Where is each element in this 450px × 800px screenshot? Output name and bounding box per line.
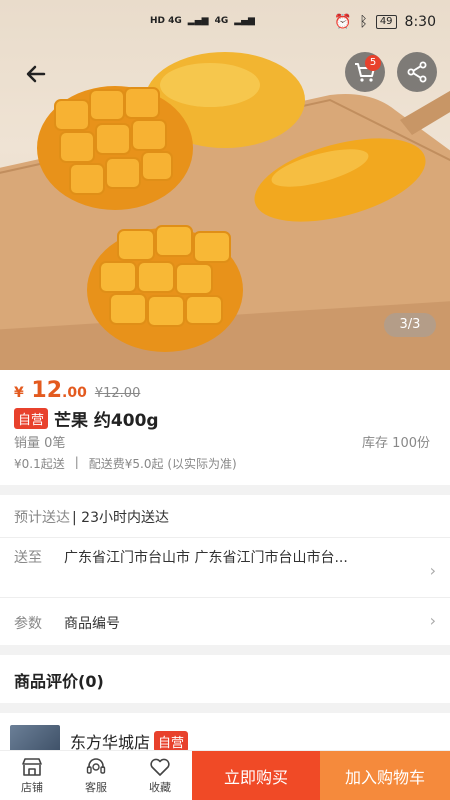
price-decimal: .00 (62, 385, 87, 401)
add-to-cart-button[interactable]: 加入购物车 (320, 751, 450, 800)
network-right: 4G (214, 16, 229, 26)
heart-icon (150, 758, 170, 776)
network-indicators: HD 4G ▂▄▆ 4G ▂▄▆ (150, 16, 255, 26)
terms-separator: | (74, 455, 79, 469)
headset-icon (86, 757, 106, 774)
buy-now-button[interactable]: 立即购买 (192, 751, 320, 800)
share-button[interactable] (397, 52, 437, 92)
original-price: ¥12.00 (94, 386, 141, 401)
ship-to-label: 送至 (14, 550, 42, 566)
eta-row: 预计送达 | 23小时内送达 (14, 507, 169, 527)
network-left: HD 4G (150, 16, 182, 26)
price-row: ¥ 12.00 ¥12.00 (14, 378, 140, 403)
mango-photo (0, 52, 450, 370)
current-price: ¥ 12.00 (14, 378, 87, 403)
alarm-icon: ⏰ (333, 14, 352, 30)
price-integer: 12 (31, 378, 63, 403)
favorite-label: 收藏 (149, 780, 171, 794)
sales-count: 销量 0笔 (14, 436, 66, 451)
store-label: 店铺 (21, 780, 43, 794)
min-order: ¥0.1起送 (14, 457, 65, 471)
delivery-section: 预计送达 | 23小时内送达 送至 广东省江门市台山市 广东省江门市台山市台... … (0, 495, 450, 645)
reviews-header[interactable]: 商品评价(0) (0, 655, 450, 703)
params-label: 参数 (14, 616, 42, 632)
product-info: ¥ 12.00 ¥12.00 自营 芒果 约400g 销量 0笔 库存 100份… (0, 370, 450, 485)
self-operated-tag: 自营 (14, 408, 49, 429)
battery-indicator: 49 (375, 15, 397, 29)
store-tag: 自营 (154, 730, 189, 752)
store-icon (22, 757, 42, 776)
back-button[interactable] (20, 58, 52, 90)
params-row[interactable]: 参数 商品编号 › (14, 611, 436, 633)
ship-to-value: 广东省江门市台山市 广东省江门市台山市台... (64, 550, 348, 566)
signal-icon: ▂▄▆ (187, 16, 209, 26)
cart-count-badge: 5 (365, 55, 381, 71)
stock-count: 库存 100份 (362, 436, 430, 451)
share-icon (407, 61, 427, 83)
store-button[interactable]: 店铺 (0, 751, 64, 800)
eta-value: | 23小时内送达 (72, 510, 169, 526)
service-button[interactable]: 客服 (64, 751, 128, 800)
params-value: 商品编号 (64, 616, 120, 632)
favorite-button[interactable]: 收藏 (128, 751, 192, 800)
cart-button[interactable]: 5 (345, 52, 385, 92)
delivery-fee: 配送费¥5.0起 (以实际为准) (88, 457, 237, 471)
chevron-right-icon: › (429, 561, 436, 580)
currency-symbol: ¥ (14, 385, 24, 401)
image-counter: 3/3 (384, 313, 436, 337)
bluetooth-icon: ᛒ (359, 14, 368, 30)
eta-label: 预计送达 (14, 510, 70, 526)
clock: 8:30 (404, 14, 436, 30)
divider (0, 537, 450, 538)
chevron-right-icon: › (429, 611, 436, 630)
title-row: 自营 芒果 约400g (14, 406, 159, 431)
status-right: ⏰ ᛒ 49 8:30 (334, 14, 436, 30)
ship-to-row[interactable]: 送至 广东省江门市台山市 广东省江门市台山市台... › (14, 547, 436, 580)
product-title: 芒果 约400g (54, 411, 159, 431)
service-label: 客服 (85, 780, 107, 794)
signal-icon-2: ▂▄▆ (234, 16, 255, 26)
product-image-carousel[interactable] (0, 0, 450, 370)
bottom-action-bar: 店铺 客服 收藏 立即购买 加入购物车 (0, 750, 450, 800)
product-detail-page: HD 4G ▂▄▆ 4G ▂▄▆ ⏰ ᛒ 49 8:30 5 3/3 ¥ 12.… (0, 0, 450, 800)
arrow-left-icon (26, 65, 46, 83)
delivery-terms: ¥0.1起送 | 配送费¥5.0起 (以实际为准) (14, 455, 237, 472)
divider (0, 597, 450, 598)
status-bar: HD 4G ▂▄▆ 4G ▂▄▆ ⏰ ᛒ 49 8:30 (0, 0, 450, 44)
